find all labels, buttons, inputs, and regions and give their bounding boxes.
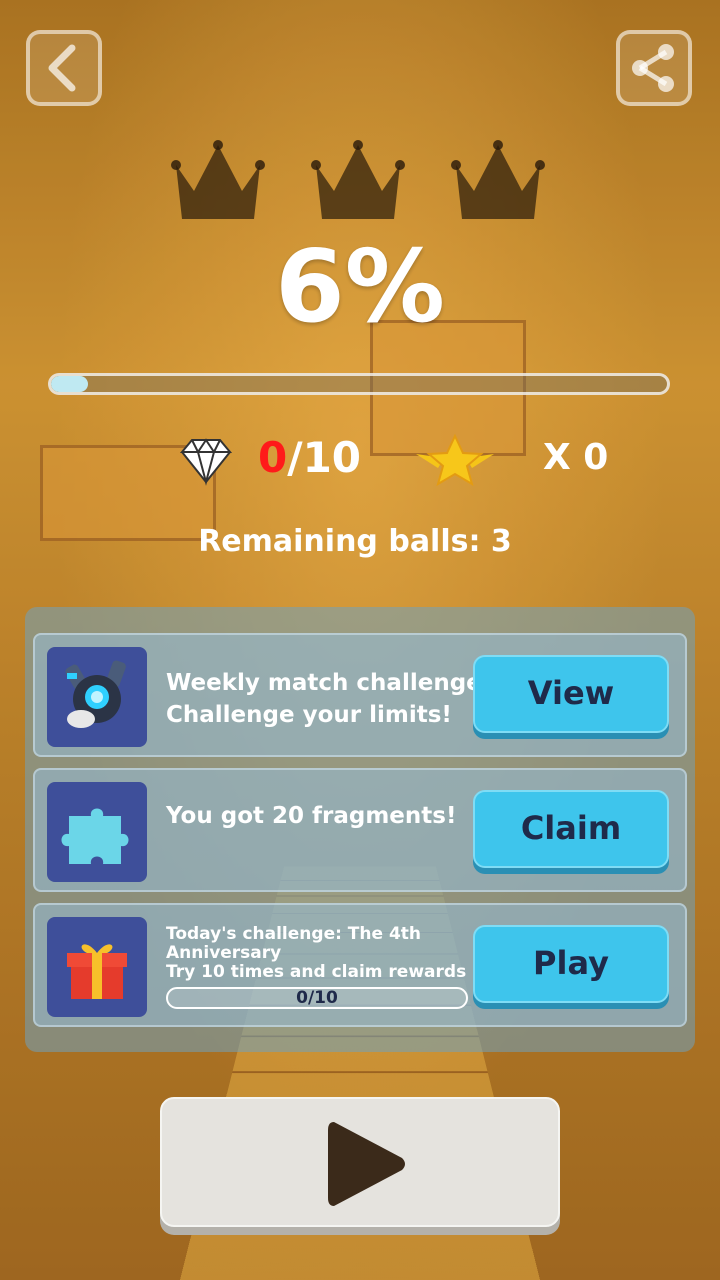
claim-button[interactable]: Claim	[473, 790, 669, 868]
play-button[interactable]	[160, 1097, 560, 1227]
crown-icon	[451, 140, 545, 219]
fragments-card: You got 20 fragments! Claim	[33, 768, 687, 892]
remaining-balls: Remaining balls: 3	[198, 524, 512, 559]
fragments-text: You got 20 fragments!	[166, 803, 457, 829]
back-arrow-icon	[48, 44, 76, 92]
weekly-challenge-title: Weekly match challenge	[166, 670, 482, 696]
robot-character-icon	[65, 660, 126, 728]
stats-row: 0/10 X 0	[0, 430, 720, 490]
level-progress-fill	[51, 376, 88, 392]
crown-icon	[171, 140, 265, 219]
level-progress-bar	[48, 373, 670, 395]
gift-box-icon	[67, 944, 127, 999]
play-challenge-button[interactable]: Play	[473, 925, 669, 1003]
diamond-icon	[180, 438, 232, 486]
star-count: X 0	[543, 437, 609, 478]
crown-icon	[311, 140, 405, 219]
share-button[interactable]	[616, 30, 692, 106]
winged-star-icon	[416, 433, 494, 487]
gem-count: 0/10	[258, 430, 361, 486]
gem-collected: 0	[258, 433, 288, 482]
offers-panel: Weekly match challenge Challenge your li…	[25, 607, 695, 1052]
card-thumbnail	[47, 917, 147, 1017]
daily-challenge-desc: Try 10 times and claim rewards	[166, 962, 467, 982]
daily-challenge-progress: 0/10	[166, 987, 468, 1009]
daily-challenge-title-cont: Anniversary	[166, 943, 282, 963]
play-icon	[328, 1122, 405, 1206]
gem-total: /10	[287, 433, 362, 482]
weekly-challenge-card: Weekly match challenge Challenge your li…	[33, 633, 687, 757]
share-icon	[632, 44, 674, 92]
completion-percent: 6%	[275, 228, 445, 345]
weekly-challenge-subtitle: Challenge your limits!	[166, 702, 452, 728]
card-thumbnail	[47, 647, 147, 747]
card-thumbnail	[47, 782, 147, 882]
view-button[interactable]: View	[473, 655, 669, 733]
daily-challenge-title: Today's challenge: The 4th	[166, 924, 422, 944]
puzzle-piece-icon	[61, 808, 129, 864]
daily-challenge-card: Today's challenge: The 4th Anniversary T…	[33, 903, 687, 1027]
back-button[interactable]	[26, 30, 102, 106]
